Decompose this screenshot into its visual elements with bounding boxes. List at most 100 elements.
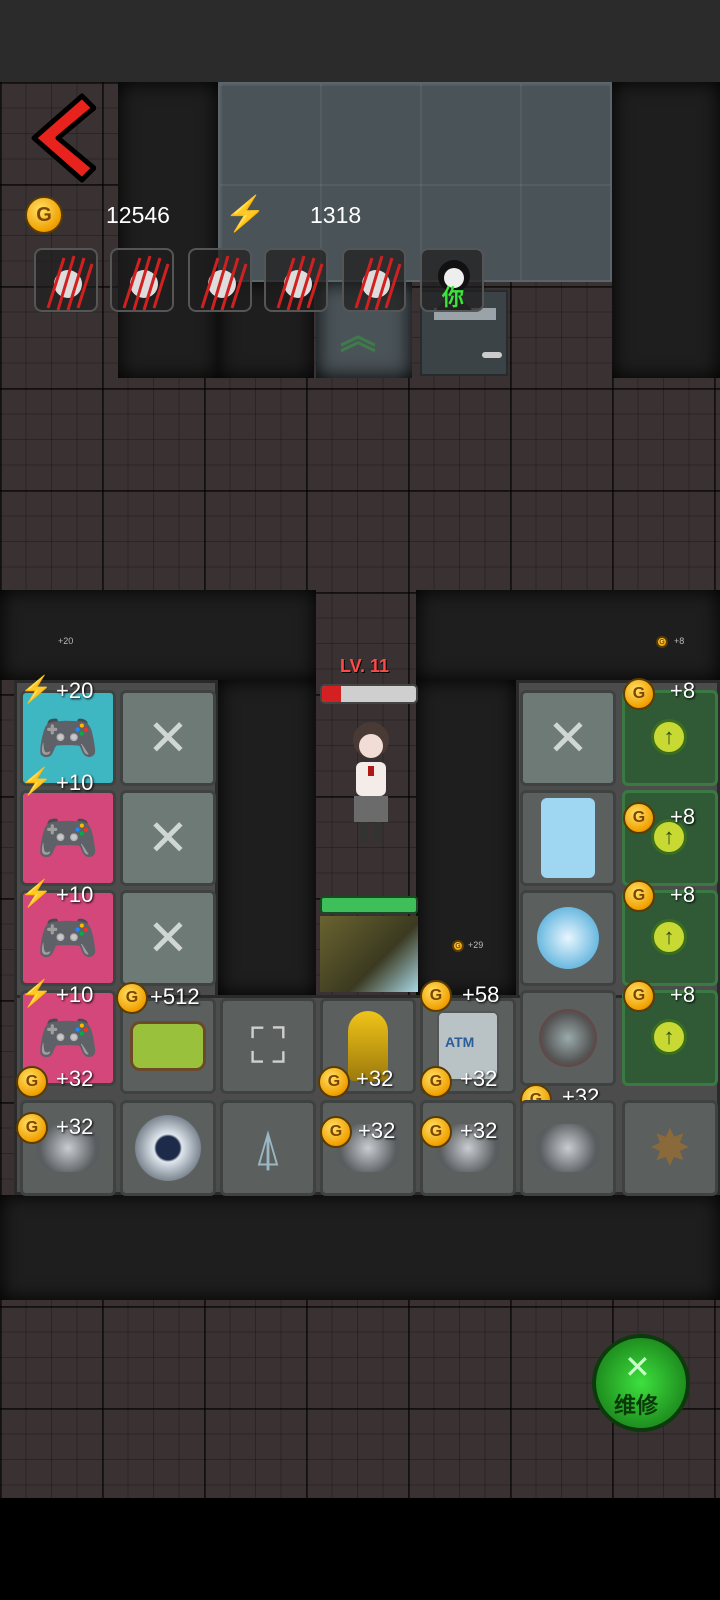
plasma-ball-slot[interactable] [520,890,616,986]
net-trap-slot[interactable]: ⛶ [220,998,316,1094]
electric-door-icon [320,916,418,992]
silver-ore-icon [536,1124,600,1172]
build-slot-3[interactable]: ✕ [120,890,216,986]
gold-coin-icon: G [623,880,655,912]
wrench-screwdriver-icon: ✕ [547,710,589,766]
build-slot-4[interactable]: ✕ [520,690,616,786]
claw-monster-icon [354,255,402,311]
level-label: LV. 11 [340,656,390,676]
gold-coin-icon: G [16,1066,48,1098]
lightning-icon: ⚡ [224,195,267,233]
ice-block-icon [541,798,595,878]
door-small-badge: +29 [468,940,484,950]
fridge-slot[interactable] [520,790,616,886]
ore-slot-4[interactable] [520,1100,616,1196]
gold-coin-icon: G [25,196,63,234]
gold-coin-icon: G [420,1066,452,1098]
back-button[interactable] [24,92,97,184]
bed-badge: +512 [150,984,200,1009]
party-slot-5[interactable] [342,248,406,312]
player-label: 你 [442,285,465,310]
gold-coin-icon: G [623,678,655,710]
gold-coin-icon: G [318,1066,350,1098]
navigation-bar [0,1498,720,1600]
door-hp-bar [320,896,418,914]
game-console-icon: 🎮 [36,910,100,966]
row5-badge-c: +32 [460,1118,498,1143]
right-badge-1: +8 [670,678,696,703]
tower-slot[interactable]: ⍋ [220,1100,316,1196]
atm-top-badge: +58 [462,982,500,1007]
gold-coin-icon: G [623,980,655,1012]
ore-slot-2[interactable] [320,1100,416,1196]
wrench-screwdriver-icon: ✕ [147,710,189,766]
top-left-wall [118,82,218,378]
party-slot-4[interactable] [264,248,328,312]
left-badge-3: +10 [56,882,94,907]
tower-frame-icon: ⍋ [253,1120,283,1176]
energy-amount: 1318 [310,202,362,228]
bed-repair-door[interactable] [320,896,418,996]
wrench-screwdriver-icon: ✕ [147,910,189,966]
row5-badge-a: +32 [56,1114,94,1139]
middle-right-wall [416,590,720,680]
energy-icon-3: ⚡ [20,878,53,908]
claw-monster-icon [200,255,248,311]
row5-badge-b: +32 [358,1118,396,1143]
hp-bar-fill [322,686,341,702]
repair-label: 维修 [614,1393,659,1418]
party-slot-player[interactable]: 你 [420,248,484,312]
repair-button[interactable]: ✕ 维修 [592,1334,690,1432]
left-badge-1: +20 [56,678,94,703]
left-inner-wall [218,680,316,995]
right-badge-4: +8 [670,982,696,1007]
turbine-icon [135,1115,201,1181]
hp-bar [320,684,418,704]
gold-coin-icon: G [16,1112,48,1144]
gold-coin-icon: G [420,1116,452,1148]
party-slot-1[interactable] [34,248,98,312]
energy-icon-2: ⚡ [20,766,53,796]
bed-icon [130,1021,206,1071]
middle-left-wall [0,590,316,680]
red-device-slot[interactable] [520,990,616,1086]
net-trap-icon: ⛶ [250,1018,286,1074]
gold-coin-icon: G [320,1116,352,1148]
wrench-screwdriver-icon: ✕ [147,810,189,866]
party-slot-3[interactable] [188,248,252,312]
energy-icon-1: ⚡ [20,674,53,704]
row4-left-badge: +32 [56,1066,94,1091]
right-small-coin: G [656,636,668,648]
party-slot-2[interactable] [110,248,174,312]
gold-coin-icon: G [420,980,452,1012]
bottom-wall [0,1195,720,1300]
top-right-wall [612,82,720,378]
ore-slot-3[interactable] [420,1100,516,1196]
game-console-icon: 🎮 [36,1010,100,1066]
alarm-device-icon [539,1009,597,1067]
game-screen: ︽ G 12546 ⚡ 1318 你 LV. 11 G +29 +20 🎮 🎮 … [0,0,720,1600]
generator-slot[interactable] [120,1100,216,1196]
thorn-slot[interactable]: ✸ [622,1100,718,1196]
console-slot-2[interactable]: 🎮 [20,790,116,886]
repair-tools-icon: ✕ [624,1349,651,1385]
build-slot-1[interactable]: ✕ [120,690,216,786]
energy-icon-4: ⚡ [20,978,53,1008]
door-coin-icon: G [452,940,464,952]
build-slot-2[interactable]: ✕ [120,790,216,886]
claw-monster-icon [46,255,94,311]
gold-coin-icon: G [116,982,148,1014]
door-handle-icon [482,352,502,358]
upgrade-arrow-icon: ↑ [651,719,687,755]
plasma-ball-icon [537,907,599,969]
row4-atm-badge: +32 [460,1066,498,1091]
claw-monster-icon [122,255,170,311]
gold-amount: 12546 [106,202,170,228]
right-badge-3: +8 [670,882,696,907]
left-small-badge: +20 [58,636,74,646]
right-badge-2: +8 [670,804,696,829]
gold-coin-icon: G [623,802,655,834]
status-bar [0,0,720,82]
upgrade-arrow-icon: ↑ [651,1019,687,1055]
girl-character[interactable] [336,716,406,846]
